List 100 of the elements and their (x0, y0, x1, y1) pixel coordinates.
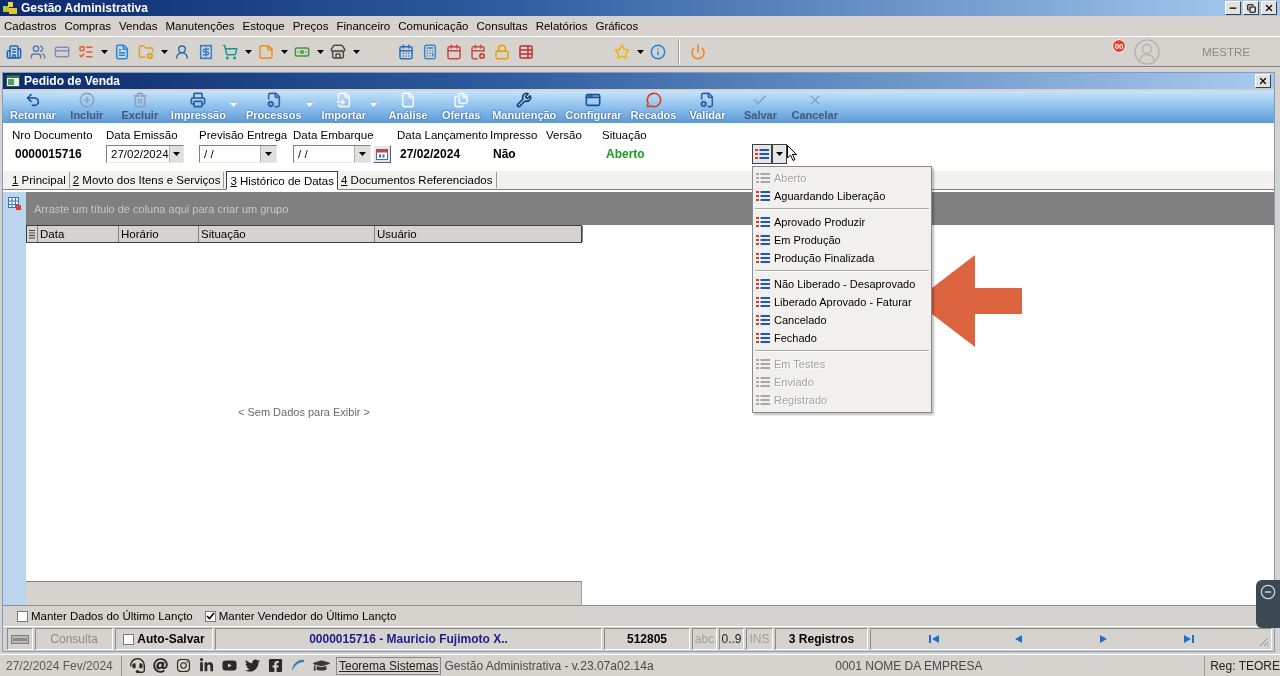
store-icon (330, 43, 346, 60)
caret-icon (280, 49, 288, 54)
swoosh-logo-icon (291, 658, 305, 673)
column-header[interactable]: Situação (199, 226, 375, 242)
list-icon (756, 394, 770, 406)
tab[interactable]: 3 Histórico de Datas (226, 171, 338, 190)
task-list-icon (78, 43, 94, 60)
indicator: 0..9 (721, 632, 742, 646)
trash-icon (131, 92, 148, 108)
menu-item[interactable]: Em Produção (753, 231, 931, 249)
menu-item[interactable]: Não Liberado - Desaprovado (753, 275, 931, 293)
group-hint: Arraste um título de coluna aqui para criar um grupo (34, 202, 289, 215)
tab[interactable]: 2 Movto dos Itens e Serviços (69, 172, 225, 188)
menu-item[interactable]: Relatórios (531, 17, 592, 35)
column-chooser-icon (29, 229, 35, 239)
graduation-cap-icon (313, 657, 330, 674)
close-button[interactable] (1255, 74, 1271, 88)
field-label: Nro Documento (12, 128, 94, 142)
document-gear-icon (265, 92, 282, 108)
document-icon (114, 43, 130, 60)
avatar-icon (1134, 38, 1161, 65)
date-field[interactable]: 27/02/2024 (106, 145, 184, 163)
empty-message: < Sem Dados para Exibir > (237, 406, 371, 418)
calendar-button[interactable] (373, 145, 391, 163)
caret-icon (370, 103, 378, 107)
window-title: Gestão Administrativa (21, 1, 148, 15)
list-icon (756, 172, 770, 184)
instagram-icon (176, 658, 191, 673)
menu-item[interactable]: Preços (288, 17, 333, 35)
restore-button[interactable] (1243, 1, 1259, 15)
panel-button[interactable] (7, 628, 33, 650)
star-icon (614, 43, 630, 60)
list-icon (756, 216, 770, 228)
speech-bubble-icon (645, 92, 662, 108)
info-icon (650, 43, 666, 60)
menu-item[interactable]: Compras (60, 17, 116, 35)
field-value: 0000015716 (14, 147, 82, 161)
minimize-button[interactable] (1225, 1, 1241, 15)
tab[interactable]: 1 Principal (9, 172, 70, 188)
power-icon (690, 43, 706, 60)
caret-icon (229, 103, 237, 107)
caret-icon (305, 103, 313, 107)
list-icon (756, 332, 770, 344)
column-header[interactable]: Horário (119, 226, 199, 242)
company-link[interactable]: Teorema Sistemas (336, 656, 442, 675)
cursor-icon (787, 145, 797, 161)
checkbox[interactable] (204, 610, 216, 622)
undo-arrow-icon (24, 92, 41, 108)
side-panel-tab[interactable] (1256, 580, 1280, 628)
record-code: 512805 (626, 632, 667, 646)
menu-item[interactable]: Aguardando Liberação (753, 187, 931, 205)
menu-item[interactable]: Liberado Aprovado - Faturar (753, 293, 931, 311)
resize-grip-icon (1259, 637, 1269, 647)
window-icon (585, 92, 602, 108)
menu-item[interactable]: Gráficos (591, 17, 643, 35)
date-field[interactable]: / / (199, 145, 277, 163)
menu-item[interactable]: Manutenções (161, 17, 239, 35)
receipt-icon (198, 43, 214, 60)
list-icon (755, 148, 769, 160)
previous-record-icon (1013, 634, 1024, 644)
menu-item[interactable]: Cancelado (753, 311, 931, 329)
list-icon (756, 314, 770, 326)
status-list-button[interactable] (752, 144, 772, 164)
calculator-icon (422, 43, 438, 60)
minus-circle-icon (1260, 584, 1276, 600)
registration-text: Reg: TEORE (1204, 655, 1280, 676)
field-value: 27/02/2024 (399, 147, 461, 161)
checkbox[interactable] (17, 610, 28, 622)
column-header[interactable]: Usuário (375, 226, 583, 242)
caret-icon (776, 152, 783, 156)
menu-item[interactable]: Cadastros (0, 17, 61, 35)
dropdown-button[interactable] (772, 144, 787, 164)
menu-item[interactable]: Vendas (115, 17, 162, 35)
people-icon (30, 43, 46, 60)
grid-settings-icon (8, 197, 21, 210)
column-header[interactable]: Data (38, 226, 119, 242)
documents-icon (453, 92, 470, 108)
restore-icon (1246, 3, 1256, 13)
app-logo-icon (3, 1, 17, 15)
date-text: 27/2/2024 Fev/2024 (0, 655, 122, 676)
close-button[interactable] (1261, 1, 1277, 15)
date-field[interactable]: / / (293, 145, 371, 163)
tab[interactable]: 4 Documentos Referenciados (337, 172, 497, 188)
calendar-icon (446, 43, 462, 60)
menu-item[interactable]: Fechado (753, 329, 931, 347)
list-icon (756, 296, 770, 308)
menu-item[interactable]: Financeiro (332, 17, 395, 35)
menu-item[interactable]: Estoque (238, 17, 289, 35)
status-value: Aberto (605, 147, 645, 161)
menu-item[interactable]: Comunicação (394, 17, 473, 35)
menu-item[interactable]: Aprovado Produzir (753, 213, 931, 231)
plus-circle-icon (78, 92, 95, 108)
list-icon (756, 234, 770, 246)
checkbox[interactable] (123, 633, 135, 645)
caret-icon (172, 152, 180, 156)
field-label: Versão (546, 128, 583, 142)
menu-item[interactable]: Produção Finalizada (753, 249, 931, 267)
record-count: 3 Registros (788, 632, 855, 646)
menu-item[interactable]: Consultas (472, 17, 532, 35)
note-icon (258, 43, 274, 60)
